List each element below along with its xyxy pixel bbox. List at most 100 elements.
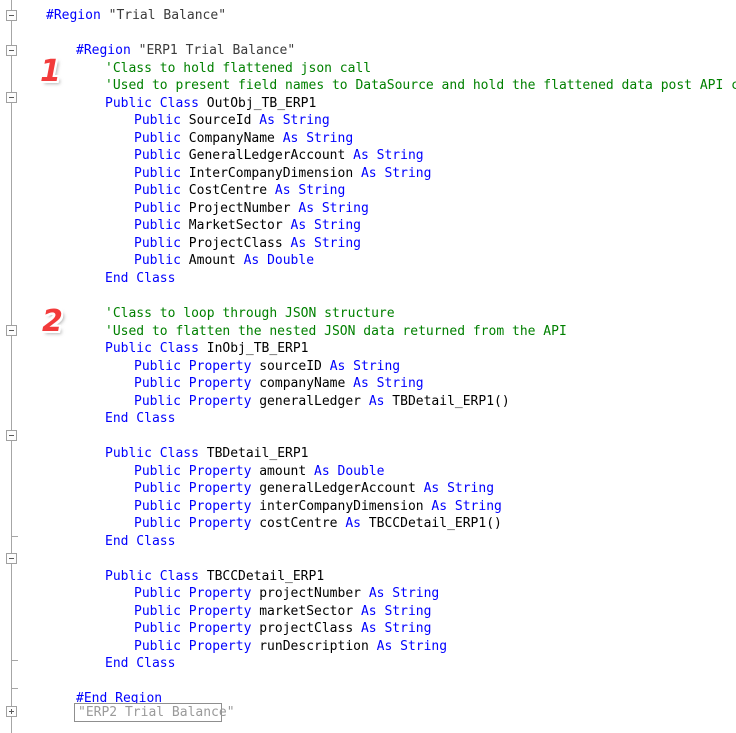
code-token: As String: [290, 236, 361, 251]
code-token: marketSector: [251, 604, 361, 619]
code-token: 'Class to loop through JSON structure: [105, 306, 395, 321]
code-token: Public Property: [134, 464, 252, 479]
code-token: TBCCDetail_ERP1(): [360, 516, 502, 531]
code-token: As String: [368, 586, 440, 601]
code-token: Public Property: [134, 499, 252, 514]
code-line[interactable]: Public Class OutObj_TB_ERP1: [0, 95, 316, 113]
code-line[interactable]: End Class: [0, 410, 175, 428]
code-line[interactable]: End Class: [0, 533, 175, 551]
annotation-marker-1: 1: [40, 54, 61, 89]
code-token: End Class: [105, 534, 176, 549]
code-line[interactable]: Public InterCompanyDimension As String: [0, 165, 431, 183]
code-line[interactable]: 'Used to present field names to DataSour…: [0, 77, 736, 95]
code-line[interactable]: Public Property costCentre As TBCCDetail…: [0, 515, 502, 533]
code-token: As String: [353, 148, 424, 163]
code-token: End Class: [105, 411, 176, 426]
code-token: As String: [290, 218, 361, 233]
code-token: GeneralLedgerAccount: [180, 148, 354, 163]
code-line[interactable]: Public CompanyName As String: [0, 130, 353, 148]
code-token: Public Property: [134, 604, 252, 619]
code-token: Public Property: [134, 481, 252, 496]
code-token: As String: [353, 376, 424, 391]
code-token: ProjectNumber: [180, 201, 299, 216]
code-token: InObj_TB_ERP1: [198, 341, 309, 356]
code-token: "ERP1 Trial Balance": [138, 43, 296, 58]
code-token: As: [368, 394, 385, 409]
code-text-area[interactable]: #Region "Trial Balance" #Region "ERP1 Tri…: [0, 0, 736, 733]
code-token: Public Property: [134, 359, 252, 374]
code-token: Public: [134, 253, 181, 268]
code-line[interactable]: Public Class TBCCDetail_ERP1: [0, 568, 324, 586]
code-token: CostCentre: [180, 183, 275, 198]
code-token: ProjectClass: [180, 236, 291, 251]
code-line[interactable]: Public Class TBDetail_ERP1: [0, 445, 309, 463]
code-token: 'Used to present field names to DataSour…: [105, 78, 736, 93]
code-line[interactable]: Public Property amount As Double: [0, 463, 384, 481]
code-token: interCompanyDimension: [251, 499, 432, 514]
code-line[interactable]: Public ProjectNumber As String: [0, 200, 369, 218]
collapsed-region-erp2-trial-balance[interactable]: "ERP2 Trial Balance": [74, 703, 235, 722]
code-token: OutObj_TB_ERP1: [198, 96, 317, 111]
code-token: As String: [274, 183, 346, 198]
code-line[interactable]: Public GeneralLedgerAccount As String: [0, 147, 424, 165]
code-token: Public Class: [105, 569, 199, 584]
code-token: sourceID: [251, 359, 330, 374]
code-line[interactable]: Public Property generalLedger As TBDetai…: [0, 393, 510, 411]
code-line[interactable]: Public MarketSector As String: [0, 217, 361, 235]
code-line[interactable]: Public Property projectNumber As String: [0, 585, 439, 603]
code-token: As String: [298, 201, 369, 216]
code-token: Public Property: [134, 586, 252, 601]
code-token: As String: [360, 604, 432, 619]
code-token: As Double: [243, 253, 315, 268]
code-token: As String: [259, 113, 330, 128]
code-editor[interactable]: #Region "Trial Balance" #Region "ERP1 Tri…: [0, 0, 736, 733]
code-token: InterCompanyDimension: [180, 166, 361, 181]
code-token: As String: [431, 499, 502, 514]
code-line[interactable]: Public Property companyName As String: [0, 375, 424, 393]
code-token: End Class: [105, 656, 176, 671]
code-token: Public Property: [134, 376, 252, 391]
code-token: Public: [134, 148, 181, 163]
code-token: As Double: [314, 464, 385, 479]
code-token: TBDetail_ERP1: [198, 446, 309, 461]
code-line[interactable]: 'Used to flatten the nested JSON data re…: [0, 323, 567, 341]
code-line[interactable]: End Class: [0, 270, 175, 288]
code-token: Public: [134, 131, 181, 146]
code-token: As String: [329, 359, 401, 374]
code-line[interactable]: Public Amount As Double: [0, 252, 314, 270]
code-token: generalLedgerAccount: [251, 481, 424, 496]
code-line[interactable]: Public ProjectClass As String: [0, 235, 361, 253]
code-token: runDescription: [251, 639, 377, 654]
code-token: As String: [423, 481, 495, 496]
code-token: CompanyName: [180, 131, 283, 146]
code-line[interactable]: Public Property marketSector As String: [0, 603, 431, 621]
code-token: Amount: [180, 253, 244, 268]
code-line[interactable]: Public CostCentre As String: [0, 182, 345, 200]
code-token: Public: [134, 166, 181, 181]
code-token: companyName: [251, 376, 354, 391]
code-token: 'Used to flatten the nested JSON data re…: [105, 324, 567, 339]
code-token: As: [345, 516, 361, 531]
code-line[interactable]: #Region "Trial Balance": [0, 7, 226, 25]
code-token: Public: [134, 113, 181, 128]
code-line[interactable]: Public Property generalLedgerAccount As …: [0, 480, 494, 498]
annotation-marker-2: 2: [42, 304, 63, 339]
code-line[interactable]: Public Property sourceID As String: [0, 358, 400, 376]
code-token: amount: [251, 464, 315, 479]
code-line[interactable]: Public SourceId As String: [0, 112, 330, 130]
code-line[interactable]: Public Property runDescription As String: [0, 638, 447, 656]
code-token: #Region: [46, 8, 101, 23]
code-token: generalLedger: [251, 394, 369, 409]
code-token: projectNumber: [251, 586, 369, 601]
code-token: Public Class: [105, 446, 199, 461]
code-token: SourceId: [180, 113, 260, 128]
code-line[interactable]: Public Property interCompanyDimension As…: [0, 498, 502, 516]
code-line[interactable]: Public Class InObj_TB_ERP1: [0, 340, 309, 358]
code-token: Public Property: [134, 394, 252, 409]
code-token: TBCCDetail_ERP1: [198, 569, 325, 584]
code-token: As String: [360, 166, 432, 181]
code-line[interactable]: Public Property projectClass As String: [0, 620, 431, 638]
code-token: Public Class: [105, 96, 199, 111]
code-line[interactable]: End Class: [0, 655, 175, 673]
code-token: TBDetail_ERP1(): [384, 394, 510, 409]
